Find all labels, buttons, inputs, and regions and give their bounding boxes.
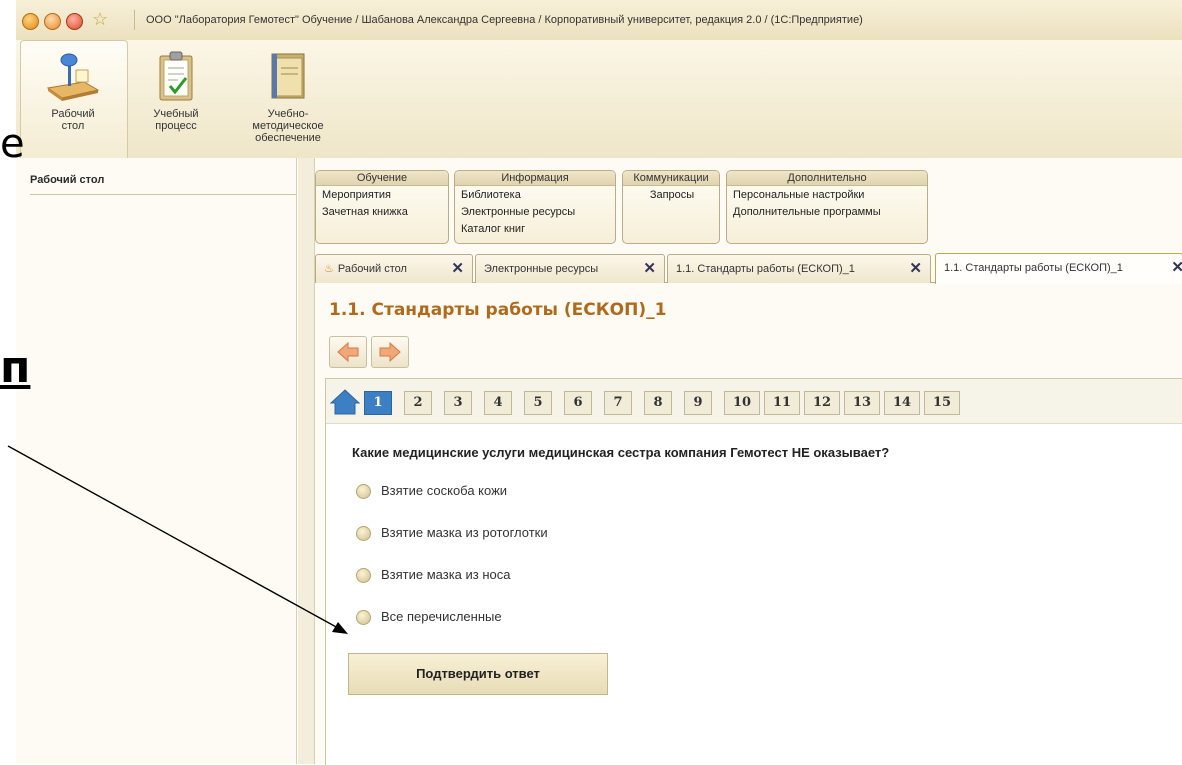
annotation-arrow-icon <box>7 445 348 634</box>
